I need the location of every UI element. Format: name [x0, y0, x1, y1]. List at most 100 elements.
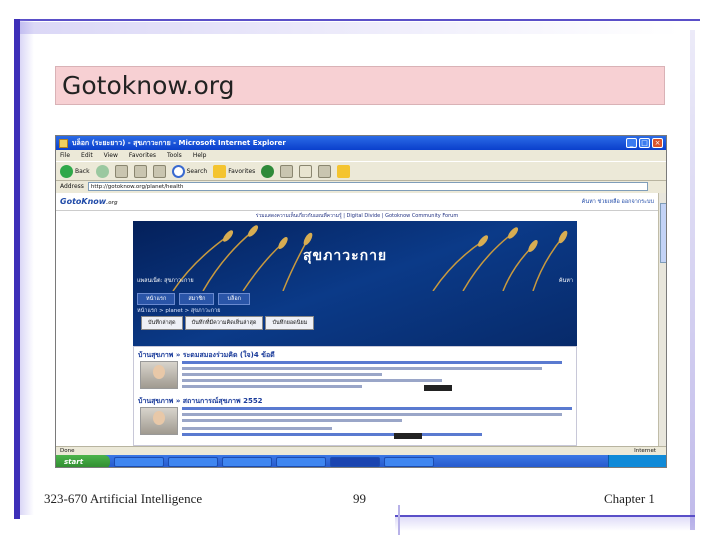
- nav-blogs[interactable]: บล็อก: [218, 293, 250, 305]
- banner-search-link[interactable]: ค้นหา: [559, 277, 573, 285]
- post-excerpt-line: [182, 413, 562, 416]
- folder-icon: [337, 164, 351, 178]
- banner-subtitle: แพลนเน็ต: สุขภาวะกาย: [137, 278, 194, 284]
- post-excerpt-line: [182, 361, 562, 364]
- bottom-accent-shadow: [395, 517, 695, 531]
- taskbar: start: [56, 455, 666, 467]
- post-list: บ้านสุขภาพ » ระดมสมองร่วมคิด (ใจ)4 ข้อดี…: [133, 346, 577, 446]
- history-button[interactable]: [280, 164, 294, 178]
- close-button[interactable]: ×: [652, 138, 663, 148]
- scrollbar-thumb[interactable]: [660, 203, 666, 263]
- window-titlebar: บล็อก (ระยะยาว) - สุขภาวะกาย - Microsoft…: [56, 136, 666, 150]
- forward-button[interactable]: [95, 164, 109, 178]
- footer-chapter: Chapter 1: [604, 491, 655, 506]
- rating-badge: [394, 433, 422, 439]
- rating-badge: [424, 385, 452, 391]
- favorites-label: Favorites: [228, 167, 256, 175]
- taskbar-item[interactable]: [168, 457, 218, 467]
- nav-home[interactable]: หน้าแรก: [137, 293, 176, 305]
- window-title: บล็อก (ระยะยาว) - สุขภาวะกาย - Microsoft…: [72, 138, 286, 147]
- address-bar: Address http://gotoknow.org/planet/healt…: [56, 181, 666, 192]
- browser-toolbar: Back Search Favorites: [56, 161, 666, 181]
- back-arrow-icon: [60, 164, 73, 178]
- home-button[interactable]: [152, 164, 166, 178]
- menu-file[interactable]: File: [60, 152, 70, 159]
- menu-view[interactable]: View: [104, 152, 118, 159]
- post-excerpt-line: [182, 433, 482, 436]
- post-excerpt-line: [182, 367, 542, 370]
- favorites-button[interactable]: Favorites: [213, 164, 256, 178]
- search-button[interactable]: Search: [171, 164, 208, 178]
- right-accent-bar: [690, 30, 695, 530]
- slide-title-box: Gotoknow.org: [55, 66, 665, 105]
- site-nav: หน้าแรก สมาชิก บล็อก: [137, 293, 250, 305]
- stop-button[interactable]: [114, 164, 128, 178]
- refresh-icon: [133, 164, 147, 178]
- post-excerpt-line: [182, 407, 572, 410]
- menu-bar: File Edit View Favorites Tools Help: [56, 150, 666, 161]
- footer-page-number: 99: [353, 491, 366, 506]
- vertical-scrollbar[interactable]: [658, 193, 666, 446]
- post-excerpt-line: [182, 419, 402, 422]
- announcement-bar[interactable]: ร่วมแสดงความเห็นเกี่ยวกับแผนที่ความรู้ |…: [56, 211, 658, 221]
- post-title[interactable]: บ้านสุขภาพ » สถานการณ์สุขภาพ 2552: [138, 396, 263, 407]
- mail-icon: [299, 164, 313, 178]
- history-icon: [280, 164, 294, 178]
- site-header: GotoKnow.org ค้นหา ช่วยเหลือ ออกจากระบบ: [56, 193, 658, 211]
- site-logo[interactable]: GotoKnow.org: [60, 197, 118, 206]
- address-input[interactable]: http://gotoknow.org/planet/health: [87, 182, 648, 191]
- tab-latest[interactable]: บันทึกล่าสุด: [141, 316, 183, 330]
- post-excerpt-line: [182, 373, 382, 376]
- mail-button[interactable]: [299, 164, 313, 178]
- menu-favorites[interactable]: Favorites: [129, 152, 156, 159]
- media-button[interactable]: [261, 164, 275, 178]
- tab-popular[interactable]: บันทึกยอดนิยม: [265, 316, 315, 330]
- breadcrumb[interactable]: หน้าแรก > planet > สุขภาวะกาย: [137, 307, 220, 315]
- header-links[interactable]: ค้นหา ช่วยเหลือ ออกจากระบบ: [582, 198, 654, 206]
- menu-help[interactable]: Help: [193, 152, 207, 159]
- address-label: Address: [60, 183, 84, 190]
- ie-icon: [59, 138, 68, 148]
- home-icon: [152, 164, 166, 178]
- print-icon: [318, 164, 332, 178]
- banner-title: สุขภาวะกาย: [303, 248, 388, 264]
- taskbar-item[interactable]: [384, 457, 434, 467]
- taskbar-item[interactable]: [276, 457, 326, 467]
- favorites-star-icon: [213, 164, 227, 178]
- back-button[interactable]: Back: [60, 164, 90, 178]
- slide-title: Gotoknow.org: [62, 71, 235, 100]
- post-excerpt-line: [182, 427, 332, 430]
- nav-members[interactable]: สมาชิก: [179, 293, 215, 305]
- refresh-button[interactable]: [133, 164, 147, 178]
- menu-edit[interactable]: Edit: [81, 152, 93, 159]
- status-zone: Internet: [634, 448, 656, 454]
- folder-button[interactable]: [337, 164, 351, 178]
- taskbar-item[interactable]: [114, 457, 164, 467]
- post-title[interactable]: บ้านสุขภาพ » ระดมสมองร่วมคิด (ใจ)4 ข้อดี: [138, 350, 275, 361]
- minimize-button[interactable]: _: [626, 138, 637, 148]
- tab-latest-comments[interactable]: บันทึกที่มีความคิดเห็นล่าสุด: [184, 316, 264, 330]
- post-excerpt-line: [182, 379, 442, 382]
- planet-banner: สุขภาวะกาย แพลนเน็ต: สุขภาวะกาย ค้นหา หน…: [133, 221, 577, 346]
- browser-screenshot: บล็อก (ระยะยาว) - สุขภาวะกาย - Microsoft…: [55, 135, 667, 468]
- post-excerpt-line: [182, 385, 362, 388]
- left-accent-shadow: [20, 20, 34, 515]
- maximize-button[interactable]: □: [639, 138, 650, 148]
- start-button[interactable]: start: [56, 455, 110, 467]
- menu-tools[interactable]: Tools: [167, 152, 182, 159]
- top-accent-line: [20, 19, 700, 21]
- page-viewport: GotoKnow.org ค้นหา ช่วยเหลือ ออกจากระบบ …: [56, 193, 658, 446]
- media-icon: [261, 164, 275, 178]
- author-avatar[interactable]: [140, 361, 178, 389]
- search-icon: [171, 164, 185, 178]
- search-label: Search: [186, 167, 208, 175]
- status-bar: Done Internet: [56, 446, 666, 455]
- print-button[interactable]: [318, 164, 332, 178]
- status-text: Done: [60, 448, 75, 454]
- taskbar-item-active[interactable]: [330, 457, 380, 467]
- logo-suffix: .org: [106, 200, 118, 206]
- taskbar-item[interactable]: [222, 457, 272, 467]
- author-avatar[interactable]: [140, 407, 178, 435]
- bottom-accent-tick: [398, 505, 400, 535]
- top-accent-shadow: [20, 22, 680, 34]
